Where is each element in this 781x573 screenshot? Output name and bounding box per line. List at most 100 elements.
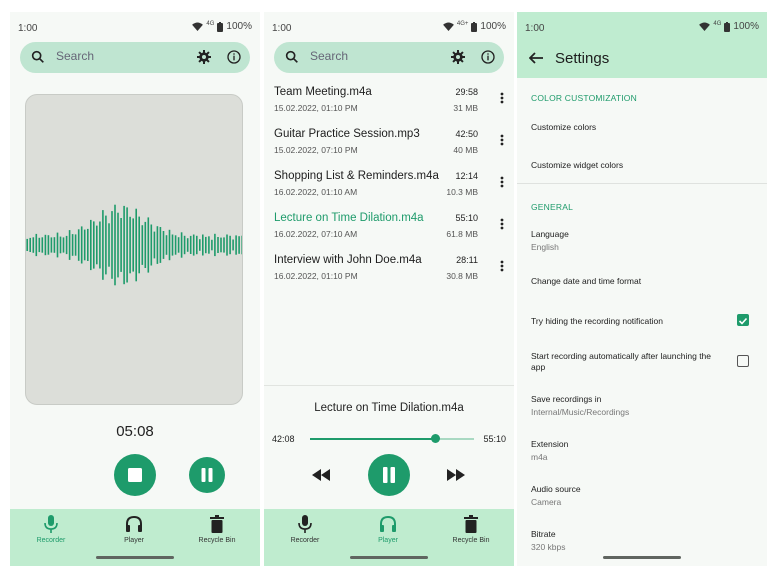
pause-button[interactable] <box>189 457 225 493</box>
back-arrow-icon[interactable] <box>529 52 543 64</box>
nav-recycle-bin[interactable]: Recycle Bin <box>436 515 506 544</box>
status-bar: 1:00 4G 100% <box>517 12 767 42</box>
waveform-bar <box>111 211 113 279</box>
waveform-bar <box>74 234 77 256</box>
search-bar[interactable] <box>274 42 504 73</box>
waveform-bar <box>138 216 140 274</box>
language-option[interactable]: Language English <box>531 229 749 253</box>
waveform <box>26 204 242 286</box>
search-icon <box>285 50 298 63</box>
more-vert-icon[interactable] <box>500 218 504 230</box>
search-input[interactable] <box>56 49 166 63</box>
gear-icon[interactable] <box>196 49 212 65</box>
wifi-icon <box>699 22 711 31</box>
waveform-bar <box>189 235 192 254</box>
waveform-bar <box>180 232 183 258</box>
recording-date: 15.02.2022, 01:10 PM <box>274 103 358 113</box>
bitrate-label: Bitrate <box>531 529 556 539</box>
now-playing-title: Lecture on Time Dilation.m4a <box>314 402 464 414</box>
waveform-bar <box>153 231 156 259</box>
status-time: 1:00 <box>525 23 545 34</box>
waveform-bar <box>83 229 86 261</box>
info-icon[interactable] <box>226 49 242 65</box>
waveform-bar <box>211 239 213 251</box>
wifi-icon <box>192 22 204 31</box>
network-label: 4G <box>206 20 215 27</box>
nav-player[interactable]: Player <box>99 515 169 544</box>
nav-recorder[interactable]: Recorder <box>270 515 340 544</box>
gear-icon[interactable] <box>450 49 466 65</box>
waveform-bar <box>93 221 95 269</box>
recording-size: 61.8 MB <box>446 229 478 239</box>
waveform-bar <box>135 208 137 282</box>
checkmark-icon <box>738 317 748 325</box>
network-label: 4G+ <box>456 20 469 27</box>
seek-bar[interactable] <box>310 434 474 443</box>
trash-icon <box>210 515 224 533</box>
save-location-option[interactable]: Save recordings in Internal/Music/Record… <box>531 394 749 418</box>
battery-percent: 100% <box>480 21 506 32</box>
waveform-bar <box>53 237 56 253</box>
list-item[interactable]: Interview with John Doe.m4a 16.02.2022, … <box>274 254 504 292</box>
fast-forward-button[interactable] <box>447 469 465 481</box>
language-value: English <box>531 242 559 252</box>
nav-recycle-bin[interactable]: Recycle Bin <box>182 515 252 544</box>
extension-option[interactable]: Extension m4a <box>531 439 749 463</box>
more-vert-icon[interactable] <box>500 260 504 272</box>
search-input[interactable] <box>310 49 420 63</box>
search-bar[interactable] <box>20 42 250 73</box>
bitrate-value: 320 kbps <box>531 542 566 552</box>
waveform-bar <box>32 237 35 253</box>
settings-screen: 1:00 4G 100% Settings COLOR CUSTOMIZATIO… <box>517 12 767 566</box>
waveform-bar <box>29 237 31 252</box>
audio-source-option[interactable]: Audio source Camera <box>531 484 749 508</box>
headphones-icon <box>380 515 396 532</box>
more-vert-icon[interactable] <box>500 176 504 188</box>
customize-colors-option[interactable]: Customize colors <box>531 122 749 133</box>
list-item[interactable]: Shopping List & Reminders.m4a 16.02.2022… <box>274 170 504 208</box>
info-icon[interactable] <box>480 49 496 65</box>
waveform-bar <box>117 212 119 278</box>
hide-notification-checkbox[interactable] <box>737 314 749 326</box>
bitrate-option[interactable]: Bitrate 320 kbps <box>531 529 749 553</box>
recording-duration: 28:11 <box>456 255 478 265</box>
section-general: GENERAL <box>531 202 574 212</box>
waveform-bar <box>90 219 92 271</box>
waveform-bar <box>150 224 153 266</box>
auto-start-option[interactable]: Start recording automatically after laun… <box>531 351 727 373</box>
recording-duration: 55:10 <box>455 213 478 223</box>
pause-button[interactable] <box>368 454 410 496</box>
seek-thumb[interactable] <box>430 434 440 443</box>
list-item[interactable]: Team Meeting.m4a 15.02.2022, 01:10 PM 29… <box>274 86 504 124</box>
recording-duration: 29:58 <box>455 87 478 97</box>
nav-recorder-label: Recorder <box>36 537 66 544</box>
hide-notification-option[interactable]: Try hiding the recording notification <box>531 316 727 327</box>
battery-icon <box>724 21 731 32</box>
page-title: Settings <box>555 50 610 67</box>
recording-duration: 42:50 <box>455 129 478 139</box>
nav-player-label: Player <box>378 537 398 544</box>
waveform-bar <box>87 228 89 261</box>
more-vert-icon[interactable] <box>500 134 504 146</box>
waveform-bar <box>108 223 110 267</box>
bottom-navigation: Recorder Player Recycle Bin <box>264 509 514 566</box>
status-bar: 1:00 4G+ 100% <box>264 12 514 42</box>
stop-button[interactable] <box>114 454 156 496</box>
waveform-bar <box>208 236 210 254</box>
list-item-active[interactable]: Lecture on Time Dilation.m4a 16.02.2022,… <box>274 212 504 250</box>
recording-date: 15.02.2022, 07:10 PM <box>274 145 358 155</box>
waveform-bar <box>168 229 171 261</box>
nav-player[interactable]: Player <box>353 515 423 544</box>
auto-start-checkbox[interactable] <box>737 355 749 367</box>
nav-recorder[interactable]: Recorder <box>16 515 86 544</box>
more-vert-icon[interactable] <box>500 92 504 104</box>
battery-icon <box>217 21 224 32</box>
waveform-bar <box>205 236 207 254</box>
customize-widget-colors-option[interactable]: Customize widget colors <box>531 160 749 171</box>
headphones-icon <box>126 515 142 532</box>
pause-icon <box>383 467 395 483</box>
date-time-format-option[interactable]: Change date and time format <box>531 276 749 287</box>
list-item[interactable]: Guitar Practice Session.mp3 15.02.2022, … <box>274 128 504 166</box>
rewind-button[interactable] <box>312 469 330 481</box>
waveform-bar <box>174 235 177 255</box>
